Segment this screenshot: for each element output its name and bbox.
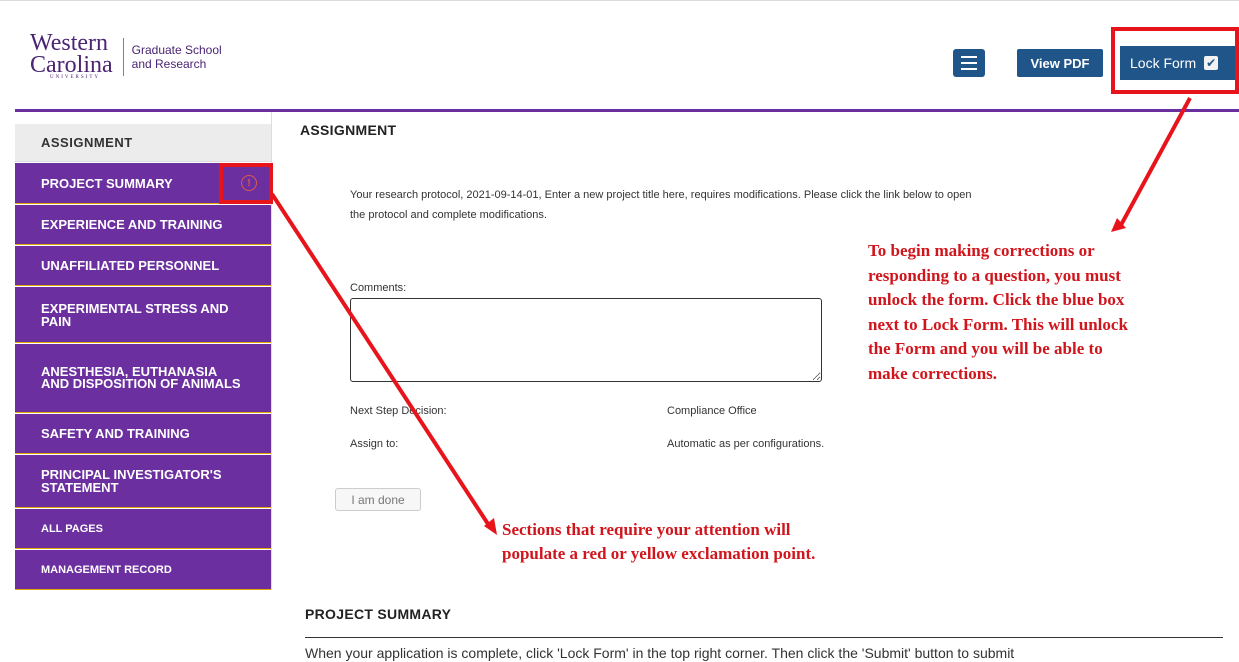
arrow-to-lock-form — [1119, 97, 1192, 226]
annotation-section-note: Sections that require your attention wil… — [502, 518, 815, 566]
lock-note-line: responding to a question, you must — [868, 265, 1121, 285]
section-note-line: populate a red or yellow exclamation poi… — [502, 544, 816, 563]
annotation-box-warning — [219, 163, 273, 204]
annotation-box-lock-form — [1111, 27, 1239, 94]
arrow-to-warning-icon — [270, 192, 492, 529]
lock-note-line: To begin making corrections or — [868, 241, 1095, 260]
lock-note-line: unlock the form. Click the blue box — [868, 290, 1125, 309]
annotation-lock-note: To begin making corrections or respondin… — [868, 239, 1128, 386]
lock-note-line: the Form and you will be able to — [868, 339, 1103, 358]
lock-note-line: next to Lock Form. This will unlock — [868, 314, 1128, 334]
section-note-line: Sections that require your attention wil… — [502, 520, 791, 539]
lock-note-line: make corrections. — [868, 363, 998, 383]
